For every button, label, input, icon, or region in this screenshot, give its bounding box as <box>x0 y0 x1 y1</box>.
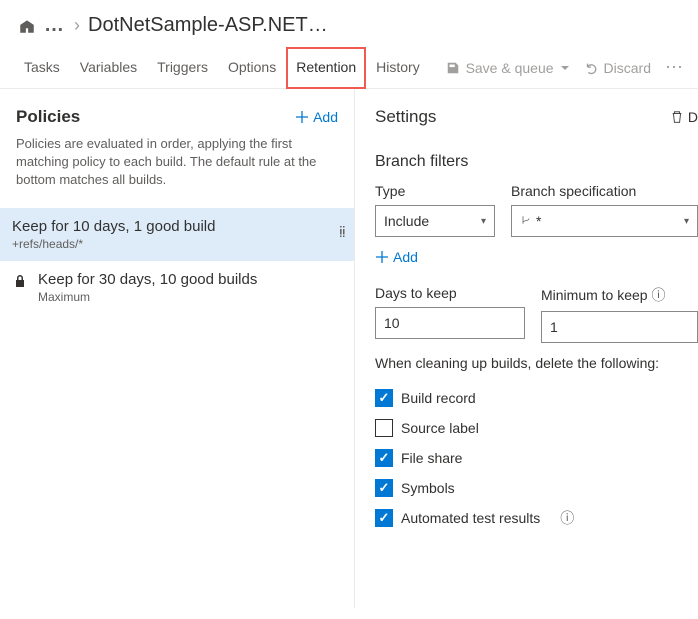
breadcrumb: … › DotNetSample-ASP.NET… <box>0 0 698 47</box>
info-icon[interactable]: ⓘ <box>560 508 574 528</box>
check-label: Automated test results <box>401 510 540 526</box>
page-title[interactable]: DotNetSample-ASP.NET… <box>88 14 328 37</box>
policy-item-0[interactable]: Keep for 10 days, 1 good build +refs/hea… <box>0 208 354 261</box>
min-input[interactable]: 1 <box>541 311 698 343</box>
settings-heading: Settings <box>375 107 436 127</box>
breadcrumb-ellipsis[interactable]: … <box>44 14 66 37</box>
days-label: Days to keep <box>375 285 525 301</box>
chevron-down-icon <box>560 63 570 73</box>
branch-filters-heading: Branch filters <box>375 153 698 171</box>
check-label: File share <box>401 450 462 466</box>
discard-button[interactable]: Discard <box>584 60 651 76</box>
chevron-down-icon: ▾ <box>481 216 486 227</box>
settings-panel: Settings D Branch filters Type Include ▾… <box>354 89 698 608</box>
tab-variables[interactable]: Variables <box>70 47 147 89</box>
check-build-record[interactable]: Build record <box>375 383 698 413</box>
save-icon <box>446 61 460 75</box>
save-queue-button[interactable]: Save & queue <box>446 60 570 76</box>
checkbox-icon[interactable] <box>375 509 393 527</box>
branch-spec-select[interactable]: * ▾ <box>511 205 698 237</box>
type-select[interactable]: Include ▾ <box>375 205 495 237</box>
type-value: Include <box>384 213 429 229</box>
type-label: Type <box>375 183 495 199</box>
chevron-down-icon: ▾ <box>684 216 689 227</box>
policies-panel: Policies Add Policies are evaluated in o… <box>0 89 354 608</box>
branch-icon <box>520 214 532 226</box>
check-symbols[interactable]: Symbols <box>375 473 698 503</box>
tabs-row: Tasks Variables Triggers Options Retenti… <box>0 47 698 89</box>
check-file-share[interactable]: File share <box>375 443 698 473</box>
days-value: 10 <box>384 315 400 331</box>
check-label: Source label <box>401 420 479 436</box>
policies-description: Policies are evaluated in order, applyin… <box>16 135 338 190</box>
more-button[interactable]: ⋯ <box>665 57 684 78</box>
check-automated[interactable]: Automated test results ⓘ <box>375 503 698 533</box>
plus-icon <box>375 250 389 264</box>
add-policy-label: Add <box>313 109 338 125</box>
plus-icon <box>295 110 309 124</box>
delete-button[interactable]: D <box>670 109 698 125</box>
delete-label: D <box>688 109 698 125</box>
discard-label: Discard <box>604 60 651 76</box>
tab-retention[interactable]: Retention <box>286 47 366 89</box>
add-policy-button[interactable]: Add <box>295 109 338 125</box>
lock-icon <box>12 273 28 292</box>
add-filter-button[interactable]: Add <box>375 249 698 265</box>
check-label: Build record <box>401 390 476 406</box>
checkbox-icon[interactable] <box>375 389 393 407</box>
project-icon <box>18 17 36 35</box>
undo-icon <box>584 61 598 75</box>
tab-triggers[interactable]: Triggers <box>147 47 218 89</box>
info-icon[interactable]: ⓘ <box>651 287 665 303</box>
cleanup-label: When cleaning up builds, delete the foll… <box>375 355 698 371</box>
min-label: Minimum to keep ⓘ <box>541 285 698 305</box>
policies-heading: Policies <box>16 107 80 127</box>
add-filter-label: Add <box>393 249 418 265</box>
tabs: Tasks Variables Triggers Options Retenti… <box>14 47 430 89</box>
chevron-right-icon: › <box>74 15 80 36</box>
tab-tasks[interactable]: Tasks <box>14 47 70 89</box>
policy-subtitle: +refs/heads/* <box>12 237 215 251</box>
branch-spec-label: Branch specification <box>511 183 698 199</box>
policy-item-1[interactable]: Keep for 30 days, 10 good builds Maximum <box>0 261 354 314</box>
branch-spec-value: * <box>536 213 541 229</box>
policy-title: Keep for 10 days, 1 good build <box>12 218 215 235</box>
checkbox-icon[interactable] <box>375 449 393 467</box>
tab-history[interactable]: History <box>366 47 430 89</box>
drag-handle-icon[interactable]: ⠿⠿ <box>339 230 342 238</box>
days-input[interactable]: 10 <box>375 307 525 339</box>
checkbox-icon[interactable] <box>375 479 393 497</box>
toolbar: Save & queue Discard ⋯ <box>446 57 684 78</box>
main: Policies Add Policies are evaluated in o… <box>0 89 698 608</box>
min-value: 1 <box>550 319 558 335</box>
policy-title: Keep for 30 days, 10 good builds <box>38 271 257 288</box>
check-label: Symbols <box>401 480 455 496</box>
check-source-label[interactable]: Source label <box>375 413 698 443</box>
policy-subtitle: Maximum <box>38 290 257 304</box>
checkbox-icon[interactable] <box>375 419 393 437</box>
save-queue-label: Save & queue <box>466 60 554 76</box>
tab-options[interactable]: Options <box>218 47 286 89</box>
trash-icon <box>670 110 684 124</box>
